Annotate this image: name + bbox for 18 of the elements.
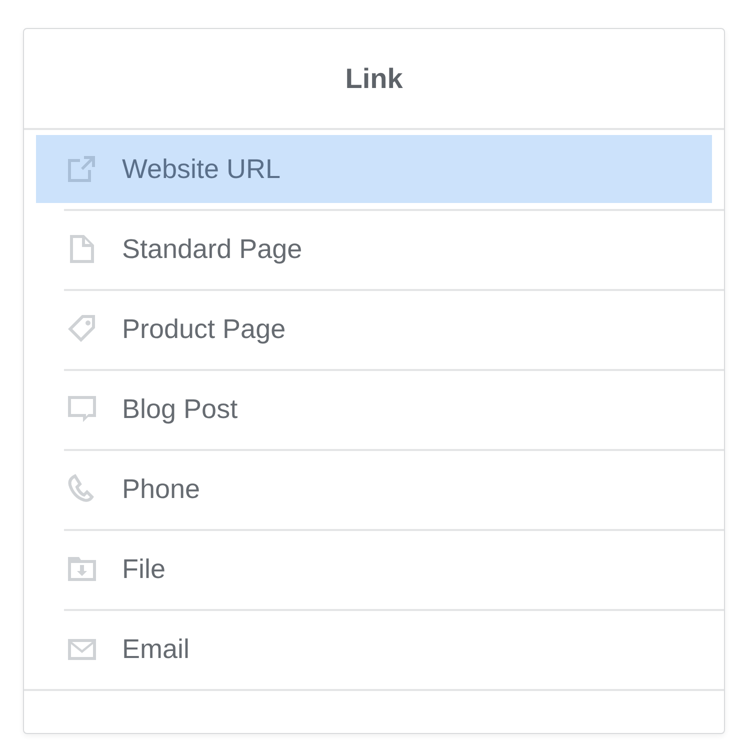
speech-bubble-icon (66, 393, 98, 425)
external-link-icon (66, 153, 98, 185)
panel-title: Link (345, 62, 403, 94)
item-label: Product Page (122, 314, 286, 344)
item-label: Standard Page (122, 234, 302, 264)
item-label: Website URL (122, 154, 281, 184)
item-label: Phone (122, 474, 200, 504)
tag-icon (66, 313, 98, 345)
item-label: Blog Post (122, 394, 238, 424)
link-type-item[interactable]: Email (36, 615, 712, 683)
link-type-item[interactable]: File (36, 535, 712, 603)
link-type-item[interactable]: Standard Page (36, 215, 712, 283)
link-type-item[interactable]: Phone (36, 455, 712, 523)
item-label: Email (122, 634, 190, 664)
link-type-item[interactable]: Product Page (36, 295, 712, 363)
item-label: File (122, 554, 166, 584)
link-type-item[interactable]: Website URL (36, 135, 712, 203)
link-type-item[interactable]: Blog Post (36, 375, 712, 443)
